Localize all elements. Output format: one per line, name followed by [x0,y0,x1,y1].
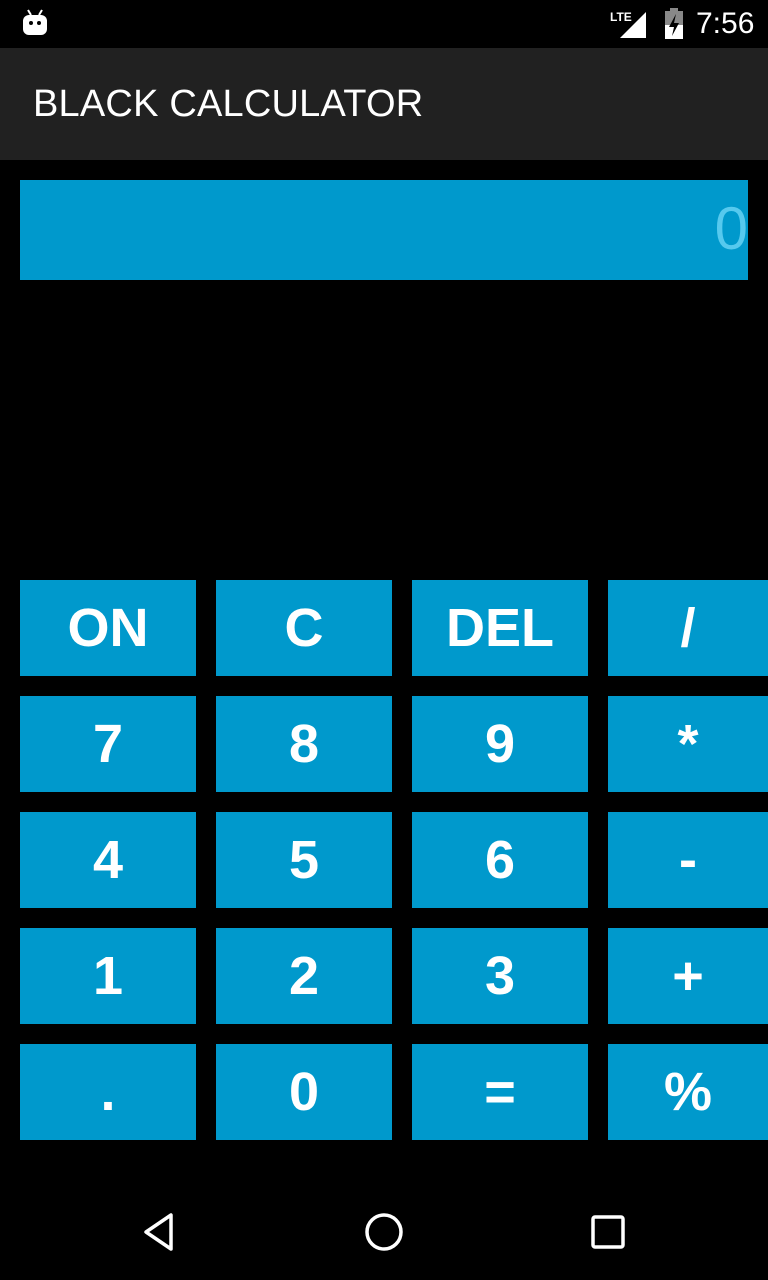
status-clock: 7:56 [696,7,755,40]
key-equals[interactable]: = [412,1044,588,1140]
key-clear[interactable]: C [216,580,392,676]
key-8[interactable]: 8 [216,696,392,792]
recents-icon[interactable] [584,1208,632,1256]
display-value: 0 [714,195,748,262]
key-6[interactable]: 6 [412,812,588,908]
home-icon[interactable] [360,1208,408,1256]
status-bar: LTE 7:56 [0,0,768,48]
key-percent[interactable]: % [608,1044,768,1140]
app-bar: BLACK CALCULATOR [0,48,768,160]
android-debug-icon [23,9,47,35]
back-icon[interactable] [136,1208,184,1256]
app-title: BLACK CALCULATOR [33,83,424,125]
key-5[interactable]: 5 [216,812,392,908]
key-9[interactable]: 9 [412,696,588,792]
key-1[interactable]: 1 [20,928,196,1024]
lte-label: LTE [610,10,632,24]
key-7[interactable]: 7 [20,696,196,792]
key-add[interactable]: + [608,928,768,1024]
key-multiply[interactable]: * [608,696,768,792]
key-on[interactable]: ON [20,580,196,676]
key-2[interactable]: 2 [216,928,392,1024]
key-subtract[interactable]: - [608,812,768,908]
key-decimal[interactable]: . [20,1044,196,1140]
key-divide[interactable]: / [608,580,768,676]
battery-charging-icon [665,8,683,39]
key-4[interactable]: 4 [20,812,196,908]
key-delete[interactable]: DEL [412,580,588,676]
calculator-display: 0 [20,180,748,280]
key-3[interactable]: 3 [412,928,588,1024]
navigation-bar [0,1184,768,1280]
lte-signal-icon: LTE [610,10,646,38]
key-0[interactable]: 0 [216,1044,392,1140]
